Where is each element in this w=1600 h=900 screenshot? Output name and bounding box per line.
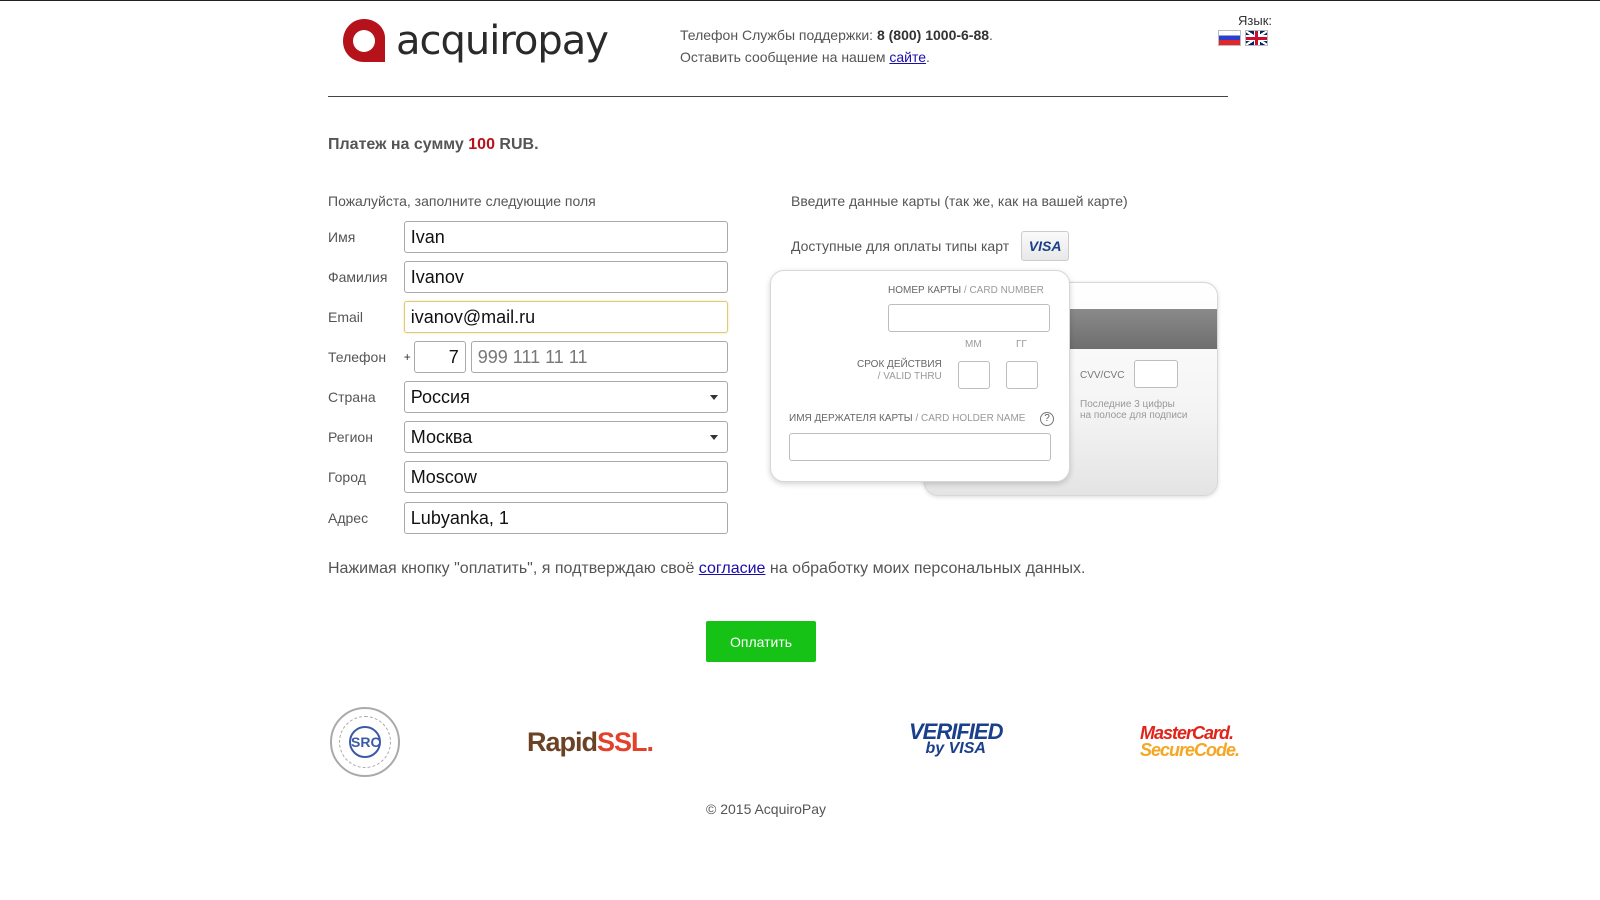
message-suffix: . [926,49,930,65]
card-types: Доступные для оплаты типы карт VISA [791,231,1070,261]
card-section-title: Введите данные карты (так же, как на ваш… [791,193,1128,209]
address-row: Адрес [328,501,728,535]
phone-row: Телефон + [328,340,728,374]
src-seal-icon: SRC [330,707,400,777]
card-number-input[interactable] [888,304,1050,332]
visa-card-icon: VISA [1021,231,1070,261]
rapidssl-text-1: Rapid [527,727,598,757]
support-suffix: . [989,27,993,43]
message-line: Оставить сообщение на нашем сайте. [680,46,993,68]
consent-text: Нажимая кнопку "оплатить", я подтверждаю… [328,560,1085,578]
card-number-label-en: / CARD NUMBER [961,285,1044,296]
card-holder-label-ru: ИМЯ ДЕРЖАТЕЛЯ КАРТЫ [789,413,913,424]
country-row: Страна Россия [328,380,728,414]
cvv-hint: Последние 3 цифры на полосе для подписи [1080,399,1210,421]
card-types-label: Доступные для оплаты типы карт [791,238,1010,254]
acquiropay-logo[interactable]: acquiropay [342,15,609,67]
last-name-row: Фамилия [328,260,728,294]
phone-country-code-input[interactable] [413,341,466,373]
phone-label: Телефон [328,349,387,365]
phone-number-input[interactable] [470,341,728,373]
card-holder-label-en: / CARD HOLDER NAME [912,413,1026,424]
consent-link[interactable]: согласие [699,560,766,577]
form-title: Пожалуйста, заполните следующие поля [328,193,596,209]
card-front: НОМЕР КАРТЫ / CARD NUMBER ММ ГГ СРОК ДЕЙ… [770,270,1070,482]
first-name-label: Имя [328,229,356,245]
verified-text: VERIFIED [909,719,1003,744]
email-row: Email [328,300,728,334]
expiry-label-en: / VALID THRU [877,371,942,382]
last-name-input[interactable] [403,261,728,293]
verified-by-visa-logo: VERIFIED by VISA [909,719,1003,758]
city-label: Город [328,469,366,485]
rapidssl-logo: RapidSSL. [527,727,654,758]
help-icon[interactable]: ? [1040,412,1054,426]
site-link[interactable]: сайте [889,49,926,65]
last-name-label: Фамилия [328,269,388,285]
month-label: ММ [965,339,982,350]
card-holder-label: ИМЯ ДЕРЖАТЕЛЯ КАРТЫ / CARD HOLDER NAME [789,413,1025,424]
first-name-row: Имя [328,220,728,254]
year-label: ГГ [1016,339,1027,350]
cvv-label: CVV/CVC [1080,370,1125,381]
pay-button[interactable]: Оплатить [706,621,816,662]
amount-value: 100 [468,136,495,153]
securecode-text: SecureCode. [1140,740,1240,760]
mastercard-securecode-logo: MasterCard. SecureCode. [1140,724,1240,760]
email-label: Email [328,309,364,325]
support-phone-line: Телефон Службы поддержки: 8 (800) 1000-6… [680,24,993,46]
support-phone: 8 (800) 1000-6-88 [876,27,990,43]
acquiropay-logo-icon [343,19,385,62]
amount-prefix: Платеж на сумму [328,136,469,153]
first-name-input[interactable] [403,221,728,253]
cvv-input[interactable] [1134,360,1178,388]
logo-text: acquiropay [396,18,609,64]
card-number-label: НОМЕР КАРТЫ / CARD NUMBER [888,285,1044,296]
expiry-year-input[interactable] [1006,361,1038,389]
phone-plus: + [403,350,411,364]
consent-prefix: Нажимая кнопку "оплатить", я подтверждаю… [328,560,699,577]
flag-ru-icon[interactable] [1218,30,1241,46]
expiry-label: СРОК ДЕЙСТВИЯ / VALID THRU [857,359,942,383]
cvv-hint-line-2: на полосе для подписи [1080,410,1188,421]
city-row: Город [328,460,728,494]
country-label: Страна [328,389,376,405]
flag-uk-icon[interactable] [1245,30,1268,46]
email-input[interactable] [403,301,728,333]
region-value: Москва [410,426,473,447]
country-value: Россия [410,386,470,407]
consent-suffix: на обработку моих персональных данных. [765,560,1086,577]
support-prefix: Телефон Службы поддержки: [680,27,877,43]
address-input[interactable] [403,502,728,534]
message-prefix: Оставить сообщение на нашем [680,49,890,65]
support-info: Телефон Службы поддержки: 8 (800) 1000-6… [680,24,993,68]
region-row: Регион Москва [328,420,728,454]
expiry-label-ru: СРОК ДЕЙСТВИЯ [857,359,942,370]
country-select[interactable]: Россия [403,381,728,413]
copyright: © 2015 AcquiroPay [706,801,827,817]
region-select[interactable]: Москва [403,421,728,453]
language-label: Язык: [1238,13,1272,28]
region-label: Регион [328,429,373,445]
chevron-down-icon [710,435,718,440]
card-number-label-ru: НОМЕР КАРТЫ [888,285,962,296]
header-divider [328,96,1228,97]
payment-amount: Платеж на сумму 100 RUB. [328,136,539,154]
src-seal-inner: SRC [339,716,391,768]
src-seal-text: SRC [349,726,381,758]
expiry-month-input[interactable] [958,361,990,389]
chevron-down-icon [710,395,718,400]
cvv-hint-line-1: Последние 3 цифры [1080,399,1175,410]
address-label: Адрес [328,510,369,526]
amount-currency: RUB. [494,136,539,153]
rapidssl-text-2: SSL. [597,727,654,757]
language-switcher [1218,30,1268,46]
card-holder-input[interactable] [789,433,1051,461]
city-input[interactable] [403,461,728,493]
